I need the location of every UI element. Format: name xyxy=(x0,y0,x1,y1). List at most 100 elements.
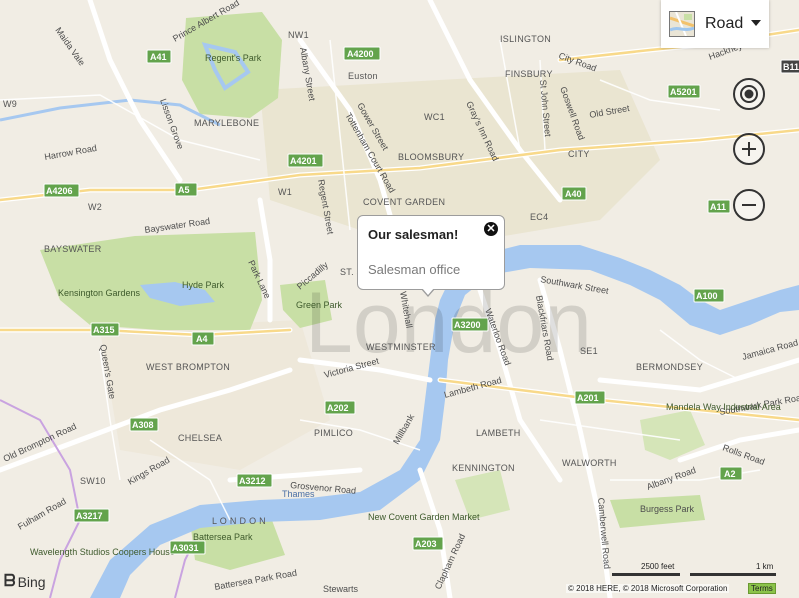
road-shield: A315 xyxy=(90,322,120,337)
road-shield: A3200 xyxy=(451,317,489,332)
park-label: New Covent Garden Market xyxy=(368,512,480,522)
map-type-selector[interactable]: Road xyxy=(661,0,769,48)
road-shield: A41 xyxy=(146,49,172,64)
road-shield: B11 xyxy=(780,59,799,74)
popup-description: Salesman office xyxy=(368,262,461,277)
park-label: Mandela Way Industrial Area xyxy=(666,402,781,412)
park-label: Hyde Park xyxy=(182,280,225,290)
road-shield: A4201 xyxy=(287,153,324,168)
street-label: Burgess Park xyxy=(640,504,695,514)
road-shield: A3212 xyxy=(236,473,273,488)
svg-text:A40: A40 xyxy=(565,189,582,199)
road-shield: A40 xyxy=(561,186,587,201)
road-shield: A201 xyxy=(574,390,606,405)
locate-me-icon xyxy=(740,85,758,103)
zoom-in-icon xyxy=(742,142,756,156)
zoom-out-icon xyxy=(742,204,756,206)
svg-text:A4: A4 xyxy=(196,334,208,344)
zoom-in-button[interactable] xyxy=(733,133,765,165)
road-shield: A4200 xyxy=(343,46,381,61)
road-shield: A3031 xyxy=(169,540,206,555)
park-label: Wavelength Studios Coopers House xyxy=(30,547,175,557)
scale-bar-km xyxy=(690,573,776,576)
street-label: Stewarts xyxy=(323,584,359,594)
chevron-down-icon[interactable] xyxy=(751,20,761,26)
district-label: WALWORTH xyxy=(562,458,617,468)
district-label: ISLINGTON xyxy=(500,34,551,44)
popup-title: Our salesman! xyxy=(368,227,459,242)
scale-feet: 2500 feet xyxy=(641,562,675,571)
district-label: CITY xyxy=(568,149,590,159)
terms-link[interactable]: Terms xyxy=(748,583,776,594)
district-label: WEST BROMPTON xyxy=(146,362,230,372)
district-label: W1 xyxy=(278,187,292,197)
district-label: KENNINGTON xyxy=(452,463,515,473)
svg-text:A100: A100 xyxy=(696,291,718,301)
map-type-label: Road xyxy=(705,15,744,32)
district-label: W9 xyxy=(3,99,17,109)
svg-text:A201: A201 xyxy=(577,393,599,403)
road-shield: A202 xyxy=(324,400,356,415)
copyright-text: © 2018 HERE, © 2018 Microsoft Corporatio… xyxy=(566,584,730,593)
map-canvas[interactable]: London ISLINGTON FINSBURY CITY MARYLEBON… xyxy=(0,0,799,598)
road-shield: A5201 xyxy=(667,84,701,99)
scale-bar-feet xyxy=(612,573,680,576)
svg-text:A3031: A3031 xyxy=(172,543,199,553)
district-label: WC1 xyxy=(424,112,445,122)
svg-text:B11: B11 xyxy=(783,62,799,72)
bing-b-icon: ᗷ xyxy=(4,573,16,590)
district-label: BERMONDSEY xyxy=(636,362,703,372)
park-label: Regent's Park xyxy=(205,53,262,63)
road-shield: A308 xyxy=(129,417,159,432)
district-label: WESTMINSTER xyxy=(366,342,436,352)
info-popup: Our salesman! Salesman office ✕ xyxy=(357,215,505,290)
locate-me-button[interactable] xyxy=(733,78,765,110)
district-label: MARYLEBONE xyxy=(194,118,259,128)
svg-text:A4200: A4200 xyxy=(347,49,374,59)
road-shield: A3217 xyxy=(73,508,110,523)
district-label: COVENT GARDEN xyxy=(363,197,445,207)
district-label: PIMLICO xyxy=(314,428,353,438)
district-label: Euston xyxy=(348,71,378,81)
district-label: SE1 xyxy=(580,346,598,356)
svg-text:A11: A11 xyxy=(710,202,726,212)
road-shield: A4 xyxy=(191,331,215,346)
water-label: Thames xyxy=(282,489,315,499)
road-shield: A2 xyxy=(719,466,743,481)
district-label: NW1 xyxy=(288,30,309,40)
road-shield: A5 xyxy=(174,182,198,197)
svg-text:A4201: A4201 xyxy=(290,156,317,166)
park-label: Kensington Gardens xyxy=(58,288,141,298)
district-label: BLOOMSBURY xyxy=(398,152,464,162)
district-label: W2 xyxy=(88,202,102,212)
district-label: CHELSEA xyxy=(178,433,222,443)
svg-text:A3200: A3200 xyxy=(454,320,481,330)
district-label: BAYSWATER xyxy=(44,244,102,254)
svg-text:A203: A203 xyxy=(415,539,437,549)
zoom-out-button[interactable] xyxy=(733,189,765,221)
bing-logo[interactable]: ᗷ Bing xyxy=(4,573,46,591)
district-label: SW10 xyxy=(80,476,106,486)
svg-text:A202: A202 xyxy=(327,403,349,413)
svg-text:A4206: A4206 xyxy=(46,186,73,196)
park-label: Green Park xyxy=(296,300,343,310)
svg-text:A5: A5 xyxy=(178,185,190,195)
close-icon[interactable]: ✕ xyxy=(484,222,498,236)
road-shield: A100 xyxy=(693,288,725,303)
bing-label: Bing xyxy=(17,574,46,590)
road-shield: A203 xyxy=(412,536,444,551)
svg-text:A308: A308 xyxy=(132,420,154,430)
svg-text:A3212: A3212 xyxy=(239,476,266,486)
road-shield: A4206 xyxy=(43,183,80,198)
district-label: FINSBURY xyxy=(505,69,553,79)
svg-text:A315: A315 xyxy=(93,325,115,335)
svg-text:A41: A41 xyxy=(150,52,167,62)
district-label: LAMBETH xyxy=(476,428,521,438)
district-label: EC4 xyxy=(530,212,548,222)
svg-text:A5201: A5201 xyxy=(670,87,697,97)
scale-km: 1 km xyxy=(756,562,774,571)
district-label: L O N D O N xyxy=(212,516,266,526)
road-shield: A11 xyxy=(707,199,731,214)
svg-text:A3217: A3217 xyxy=(76,511,103,521)
road-map-icon xyxy=(669,11,695,37)
